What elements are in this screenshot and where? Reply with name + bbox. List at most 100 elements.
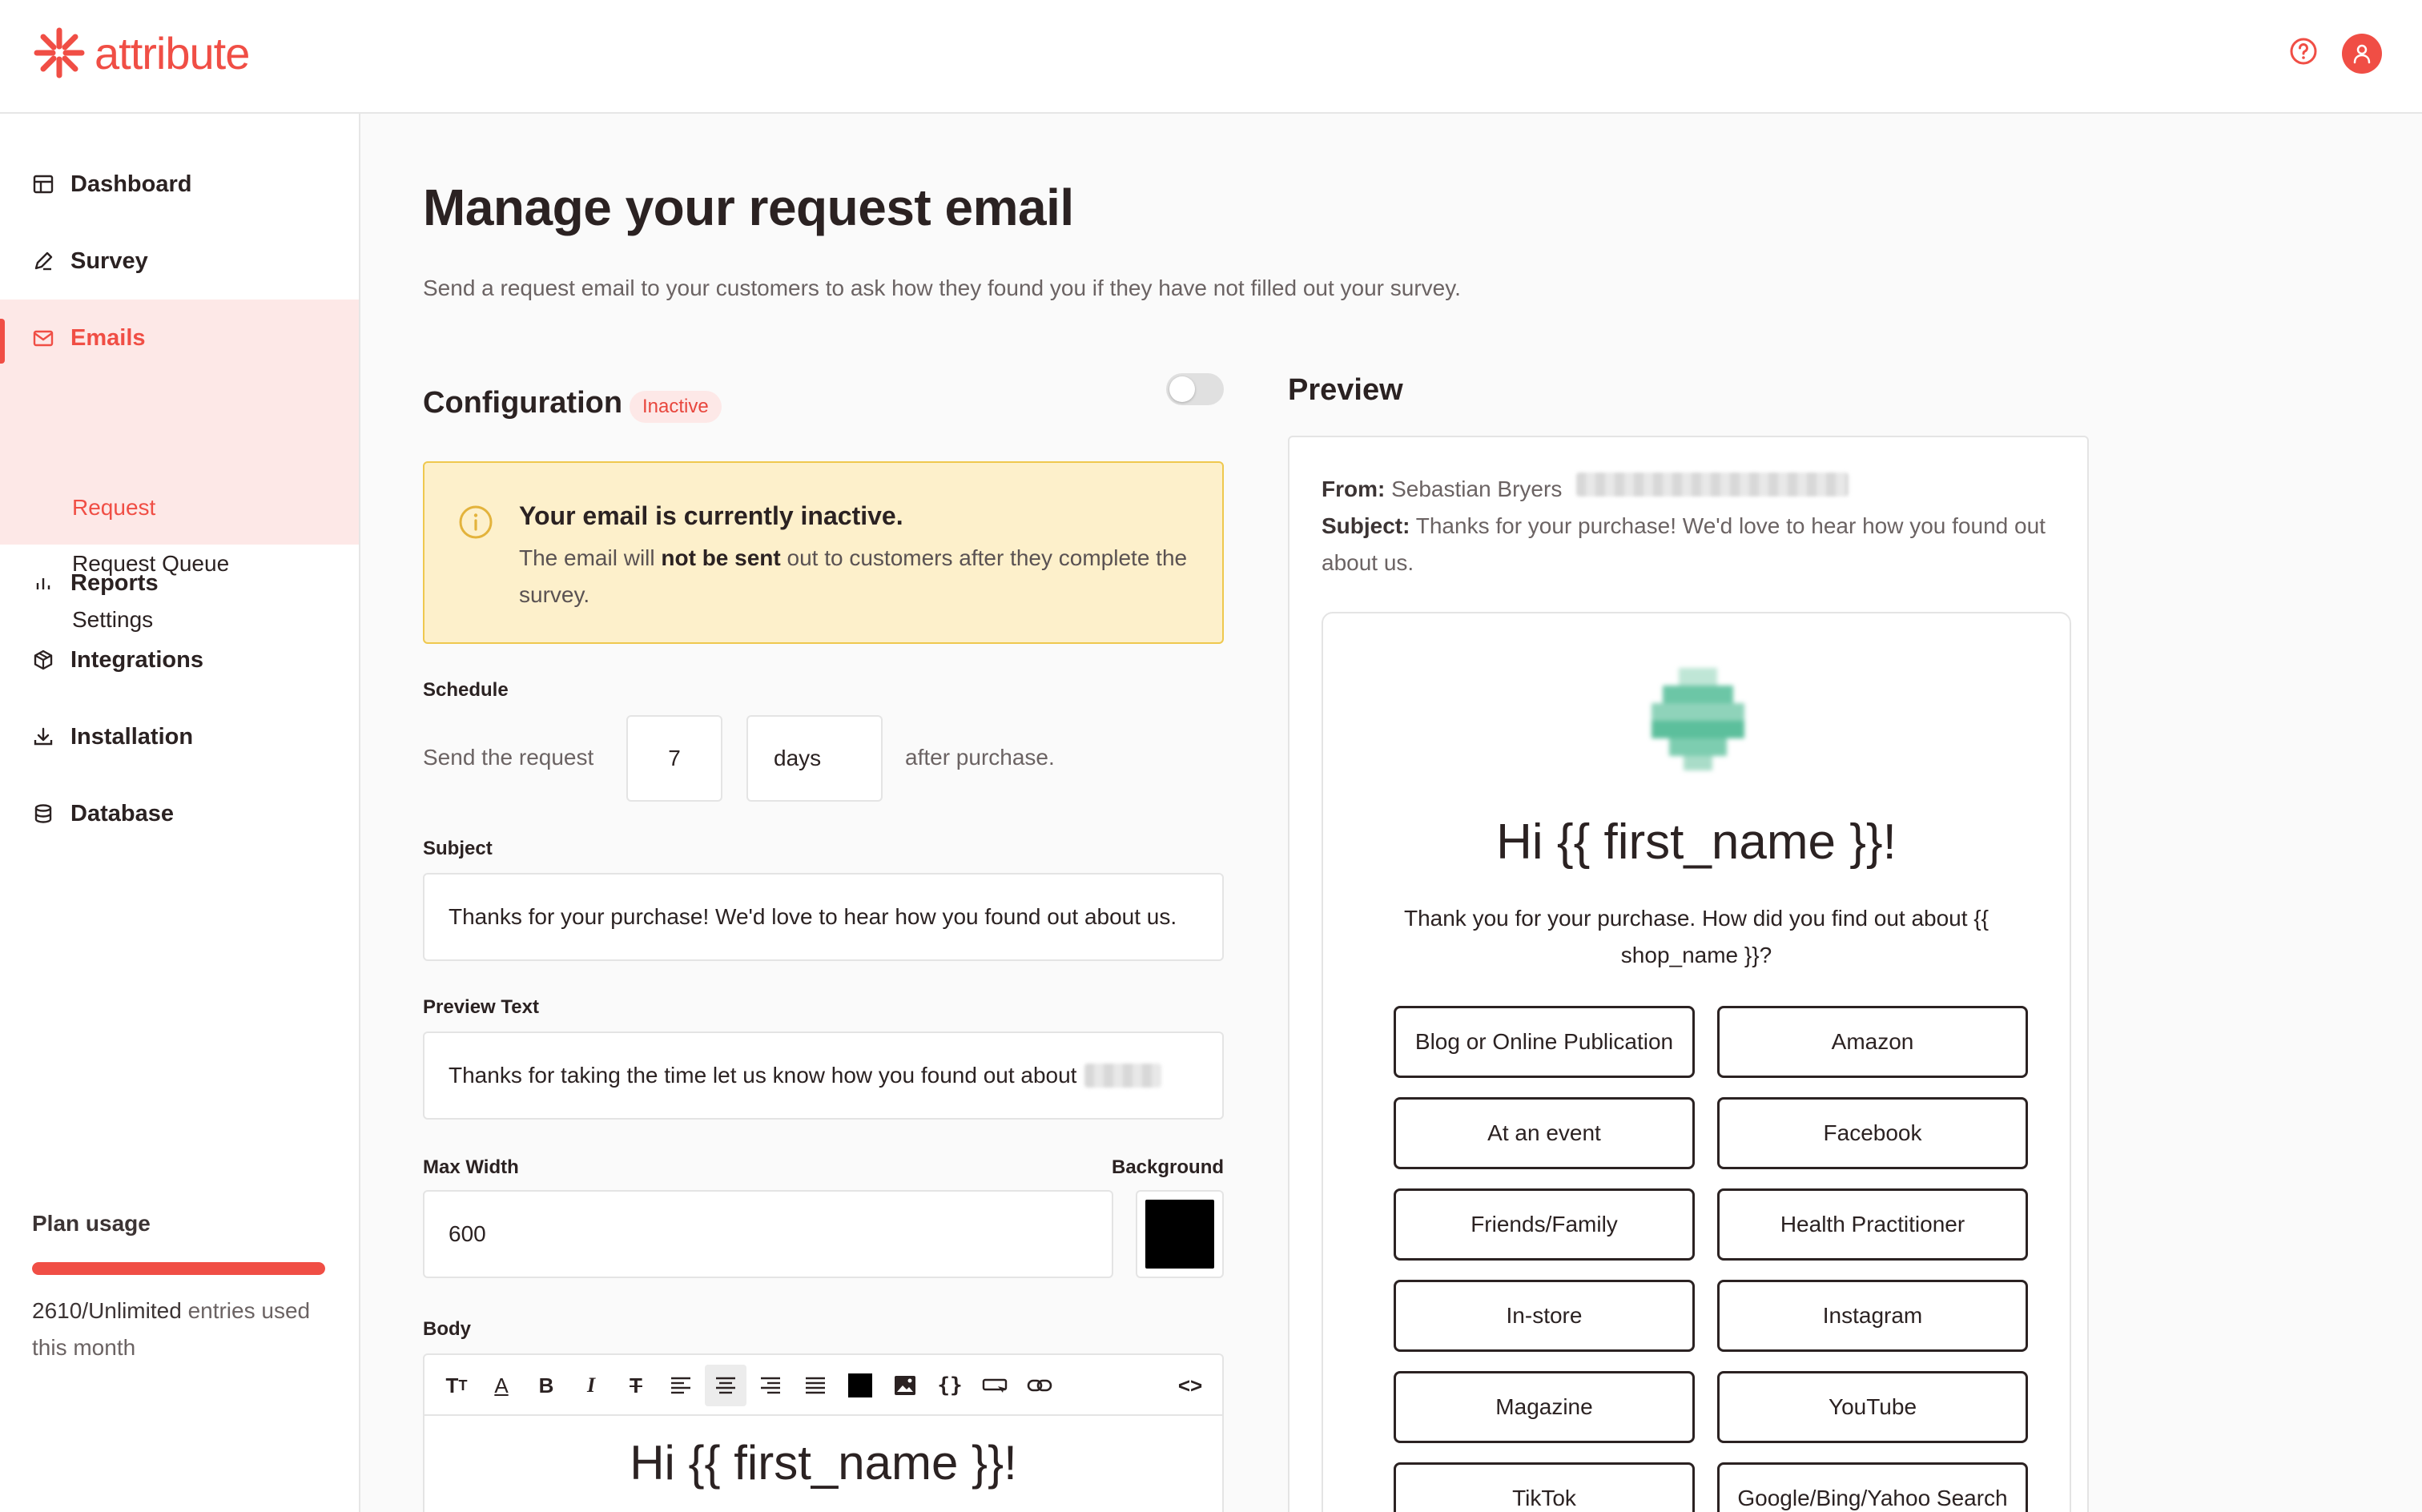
- sidebar-item-reports[interactable]: Reports: [0, 545, 359, 621]
- sidebar-item-label: Reports: [70, 569, 159, 596]
- schedule-label: Schedule: [423, 679, 509, 701]
- sidebar-item-database[interactable]: Database: [0, 775, 359, 852]
- page-subtitle: Send a request email to your customers t…: [423, 275, 1461, 300]
- answer-option-button[interactable]: Google/Bing/Yahoo Search: [1717, 1462, 2028, 1512]
- plan-usage-title: Plan usage: [32, 1211, 151, 1236]
- email-heading: Hi {{ first_name }}!: [1496, 814, 1897, 870]
- bar-chart-icon: [36, 578, 50, 589]
- layout-icon: [33, 175, 54, 194]
- page-title: Manage your request email: [423, 179, 1074, 236]
- schedule-days-input[interactable]: 7: [626, 715, 722, 802]
- editor-body-heading[interactable]: Hi {{ first_name }}!: [424, 1435, 1222, 1490]
- sidebar-item-label: Emails: [70, 324, 146, 351]
- preview-text-value: Thanks for taking the time let us know h…: [449, 1063, 1077, 1088]
- preview-title: Preview: [1288, 373, 1403, 407]
- sidebar-item-emails[interactable]: Emails: [0, 300, 359, 376]
- help-circle-icon[interactable]: [2289, 37, 2318, 66]
- sidebar: Dashboard Survey Emails Request Request …: [0, 114, 360, 1512]
- link-icon[interactable]: [1019, 1365, 1060, 1406]
- schedule-suffix: after purchase.: [905, 745, 1055, 770]
- plan-usage-text: 2610/Unlimited entries used this month: [32, 1293, 320, 1366]
- brand-name: attribute: [95, 27, 250, 78]
- alert-title: Your email is currently inactive.: [519, 501, 903, 530]
- strikethrough-icon[interactable]: T: [615, 1365, 657, 1406]
- sidebar-subitem-request[interactable]: Request: [72, 484, 155, 532]
- email-question: Thank you for your purchase. How did you…: [1403, 906, 1989, 967]
- user-icon: [2353, 44, 2371, 64]
- active-toggle[interactable]: [1166, 373, 1224, 405]
- answer-option-button[interactable]: At an event: [1394, 1097, 1695, 1169]
- configuration-title: Configuration: [423, 386, 623, 420]
- answer-option-button[interactable]: Amazon: [1717, 1006, 2028, 1078]
- answer-option-button[interactable]: Friends/Family: [1394, 1188, 1695, 1261]
- answer-option-button[interactable]: Blog or Online Publication: [1394, 1006, 1695, 1078]
- preview-card: From: Sebastian Bryers Subject: Thanks f…: [1288, 436, 2089, 1512]
- background-label: Background: [1112, 1156, 1225, 1178]
- sidebar-item-label: Installation: [70, 723, 194, 750]
- max-width-label: Max Width: [423, 1156, 519, 1178]
- button-icon[interactable]: [974, 1365, 1016, 1406]
- redacted-email: [1576, 472, 1849, 497]
- bold-icon[interactable]: B: [525, 1365, 567, 1406]
- logo[interactable]: attribute: [32, 24, 250, 82]
- pencil-icon: [34, 251, 53, 271]
- background-color-swatch: [1145, 1200, 1214, 1269]
- font-size-icon[interactable]: TT: [436, 1365, 477, 1406]
- preview-from: From: Sebastian Bryers: [1322, 471, 2058, 508]
- image-icon[interactable]: [884, 1365, 926, 1406]
- answer-option-button[interactable]: YouTube: [1717, 1371, 2028, 1443]
- code-view-icon[interactable]: <>: [1169, 1365, 1211, 1406]
- download-icon: [34, 727, 53, 746]
- schedule-prefix: Send the request: [423, 745, 594, 770]
- from-value: Sebastian Bryers: [1391, 477, 1563, 501]
- email-preview: Hi {{ first_name }}! Thank you for your …: [1322, 612, 2071, 1512]
- sidebar-item-survey[interactable]: Survey: [0, 223, 359, 300]
- mail-icon: [33, 330, 54, 347]
- plan-usage-count: 2610/Unlimited: [32, 1298, 182, 1323]
- align-left-icon[interactable]: [660, 1365, 702, 1406]
- sidebar-item-label: Dashboard: [70, 171, 192, 197]
- body-label: Body: [423, 1318, 471, 1340]
- align-center-icon[interactable]: [705, 1365, 746, 1406]
- shop-logo: [1652, 668, 1744, 770]
- sidebar-item-dashboard[interactable]: Dashboard: [0, 146, 359, 223]
- top-bar: attribute: [0, 0, 2422, 114]
- answer-option-button[interactable]: Facebook: [1717, 1097, 2028, 1169]
- italic-icon[interactable]: I: [570, 1365, 612, 1406]
- toggle-knob: [1169, 376, 1195, 402]
- preview-subject: Subject: Thanks for your purchase! We'd …: [1322, 508, 2058, 581]
- answer-option-button[interactable]: In-store: [1394, 1280, 1695, 1352]
- subject-input[interactable]: Thanks for your purchase! We'd love to h…: [423, 873, 1224, 961]
- align-justify-icon[interactable]: [795, 1365, 836, 1406]
- sidebar-item-integrations[interactable]: Integrations: [0, 621, 359, 698]
- inactive-alert: Your email is currently inactive. The em…: [423, 461, 1224, 644]
- body-editor[interactable]: TT A B I T {} <> Hi {{ first_name }}!: [423, 1353, 1224, 1512]
- subject-label: Subject: [423, 838, 493, 859]
- answer-option-button[interactable]: Health Practitioner: [1717, 1188, 2028, 1261]
- background-fill-icon[interactable]: [839, 1365, 881, 1406]
- editor-toolbar: TT A B I T {} <>: [424, 1355, 1222, 1416]
- from-label: From:: [1322, 477, 1386, 501]
- schedule-unit-select[interactable]: days: [746, 715, 883, 802]
- answer-option-button[interactable]: TikTok: [1394, 1462, 1695, 1512]
- plan-usage-fill: [32, 1262, 325, 1275]
- font-color-icon[interactable]: A: [481, 1365, 522, 1406]
- sidebar-item-label: Integrations: [70, 646, 203, 673]
- package-icon: [34, 649, 53, 670]
- asterisk-logo-icon: [34, 27, 85, 78]
- variable-braces-icon[interactable]: {}: [929, 1365, 971, 1406]
- info-icon: [459, 505, 493, 539]
- database-icon: [34, 804, 52, 823]
- sidebar-item-installation[interactable]: Installation: [0, 698, 359, 775]
- avatar[interactable]: [2342, 34, 2382, 74]
- sidebar-item-label: Database: [70, 800, 174, 826]
- answer-option-button[interactable]: Instagram: [1717, 1280, 2028, 1352]
- max-width-input[interactable]: 600: [423, 1190, 1113, 1278]
- background-color-picker[interactable]: [1136, 1190, 1224, 1278]
- preview-text-input[interactable]: Thanks for taking the time let us know h…: [423, 1031, 1224, 1120]
- status-badge: Inactive: [630, 391, 722, 423]
- answer-option-button[interactable]: Magazine: [1394, 1371, 1695, 1443]
- align-right-icon[interactable]: [750, 1365, 791, 1406]
- alert-body: The email will not be sent out to custom…: [519, 540, 1208, 613]
- alert-text: The email will: [519, 545, 662, 570]
